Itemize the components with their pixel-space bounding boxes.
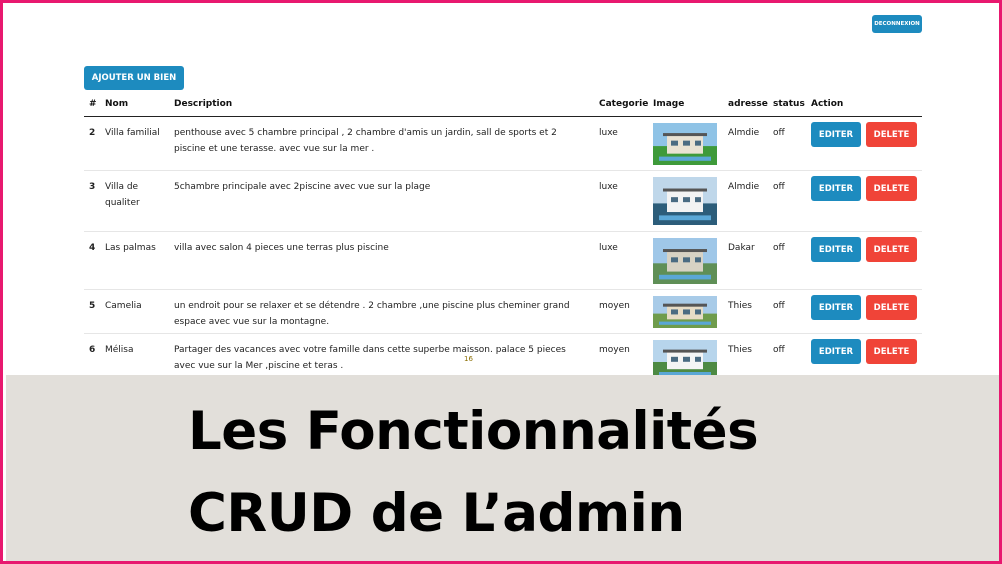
table-row: 5 Camelia un endroit pour se relaxer et se…	[84, 290, 922, 334]
add-property-button[interactable]: AJOUTER UN BIEN	[84, 66, 184, 90]
row-status: off	[773, 345, 785, 355]
table-row: 3 Villa de qualiter 5chambre principale av…	[84, 171, 922, 232]
row-categorie: luxe	[599, 243, 618, 253]
edit-button[interactable]: EDITER	[811, 122, 861, 147]
row-description: villa avec salon 4 pieces une terras plu…	[174, 243, 389, 253]
row-description: penthouse avec 5 chambre principal , 2 c…	[174, 128, 557, 154]
delete-button[interactable]: DELETE	[866, 176, 917, 201]
property-image	[653, 296, 717, 328]
row-categorie: luxe	[599, 128, 618, 138]
table-header: # Nom Description Categorie Image adress…	[84, 94, 922, 117]
row-nom: Camelia	[105, 301, 142, 311]
row-description: Partager des vacances avec votre famille…	[174, 345, 566, 371]
row-categorie: moyen	[599, 345, 630, 355]
edit-button[interactable]: EDITER	[811, 295, 861, 320]
slide-title: Les Fonctionnalités CRUD de L’admin	[188, 391, 759, 555]
row-adresse: Thies	[728, 345, 752, 355]
row-id: 6	[89, 345, 96, 355]
row-categorie: moyen	[599, 301, 630, 311]
edit-button[interactable]: EDITER	[811, 176, 861, 201]
property-image	[653, 238, 717, 284]
edit-button[interactable]: EDITER	[811, 237, 861, 262]
column-header-status: status	[773, 99, 805, 109]
row-status: off	[773, 301, 785, 311]
column-header-action: Action	[811, 99, 844, 109]
row-id: 2	[89, 128, 96, 138]
row-id: 3	[89, 182, 96, 192]
slide-title-line-2: CRUD de L’admin	[188, 483, 685, 544]
edit-button[interactable]: EDITER	[811, 339, 861, 364]
row-adresse: Almdie	[728, 128, 760, 138]
table-row: 2 Villa familial penthouse avec 5 chambre …	[84, 117, 922, 171]
column-header-image: Image	[653, 99, 685, 109]
delete-button[interactable]: DELETE	[866, 237, 917, 262]
table-row: 4 Las palmas villa avec salon 4 pieces une…	[84, 232, 922, 290]
page-number: 16	[464, 355, 473, 363]
row-status: off	[773, 182, 785, 192]
row-adresse: Dakar	[728, 243, 755, 253]
column-header-id: #	[89, 99, 97, 109]
logout-button[interactable]: DECONNEXION	[872, 15, 922, 33]
property-image	[653, 123, 717, 165]
row-nom: Las palmas	[105, 243, 156, 253]
row-adresse: Almdie	[728, 182, 760, 192]
column-header-description: Description	[174, 99, 233, 109]
row-status: off	[773, 128, 785, 138]
row-id: 5	[89, 301, 96, 311]
row-status: off	[773, 243, 785, 253]
delete-button[interactable]: DELETE	[866, 295, 917, 320]
property-image	[653, 340, 717, 380]
row-nom: Villa familial	[105, 128, 160, 138]
row-nom: Villa de qualiter	[105, 182, 140, 208]
column-header-adresse: adresse	[728, 99, 768, 109]
column-header-categorie: Categorie	[599, 99, 649, 109]
row-adresse: Thies	[728, 301, 752, 311]
slide-title-line-1: Les Fonctionnalités	[188, 401, 759, 462]
slide-frame: DECONNEXION AJOUTER UN BIEN # Nom Descri…	[0, 0, 1002, 564]
row-categorie: luxe	[599, 182, 618, 192]
row-id: 4	[89, 243, 96, 253]
delete-button[interactable]: DELETE	[866, 122, 917, 147]
row-description: un endroit pour se relaxer et se détendr…	[174, 301, 570, 327]
table-row: 6 Mélisa Partager des vacances avec votre …	[84, 334, 922, 381]
property-image	[653, 177, 717, 225]
delete-button[interactable]: DELETE	[866, 339, 917, 364]
column-header-nom: Nom	[105, 99, 129, 109]
properties-table: # Nom Description Categorie Image adress…	[84, 94, 922, 381]
row-description: 5chambre principale avec 2piscine avec v…	[174, 182, 431, 192]
row-nom: Mélisa	[105, 345, 134, 355]
